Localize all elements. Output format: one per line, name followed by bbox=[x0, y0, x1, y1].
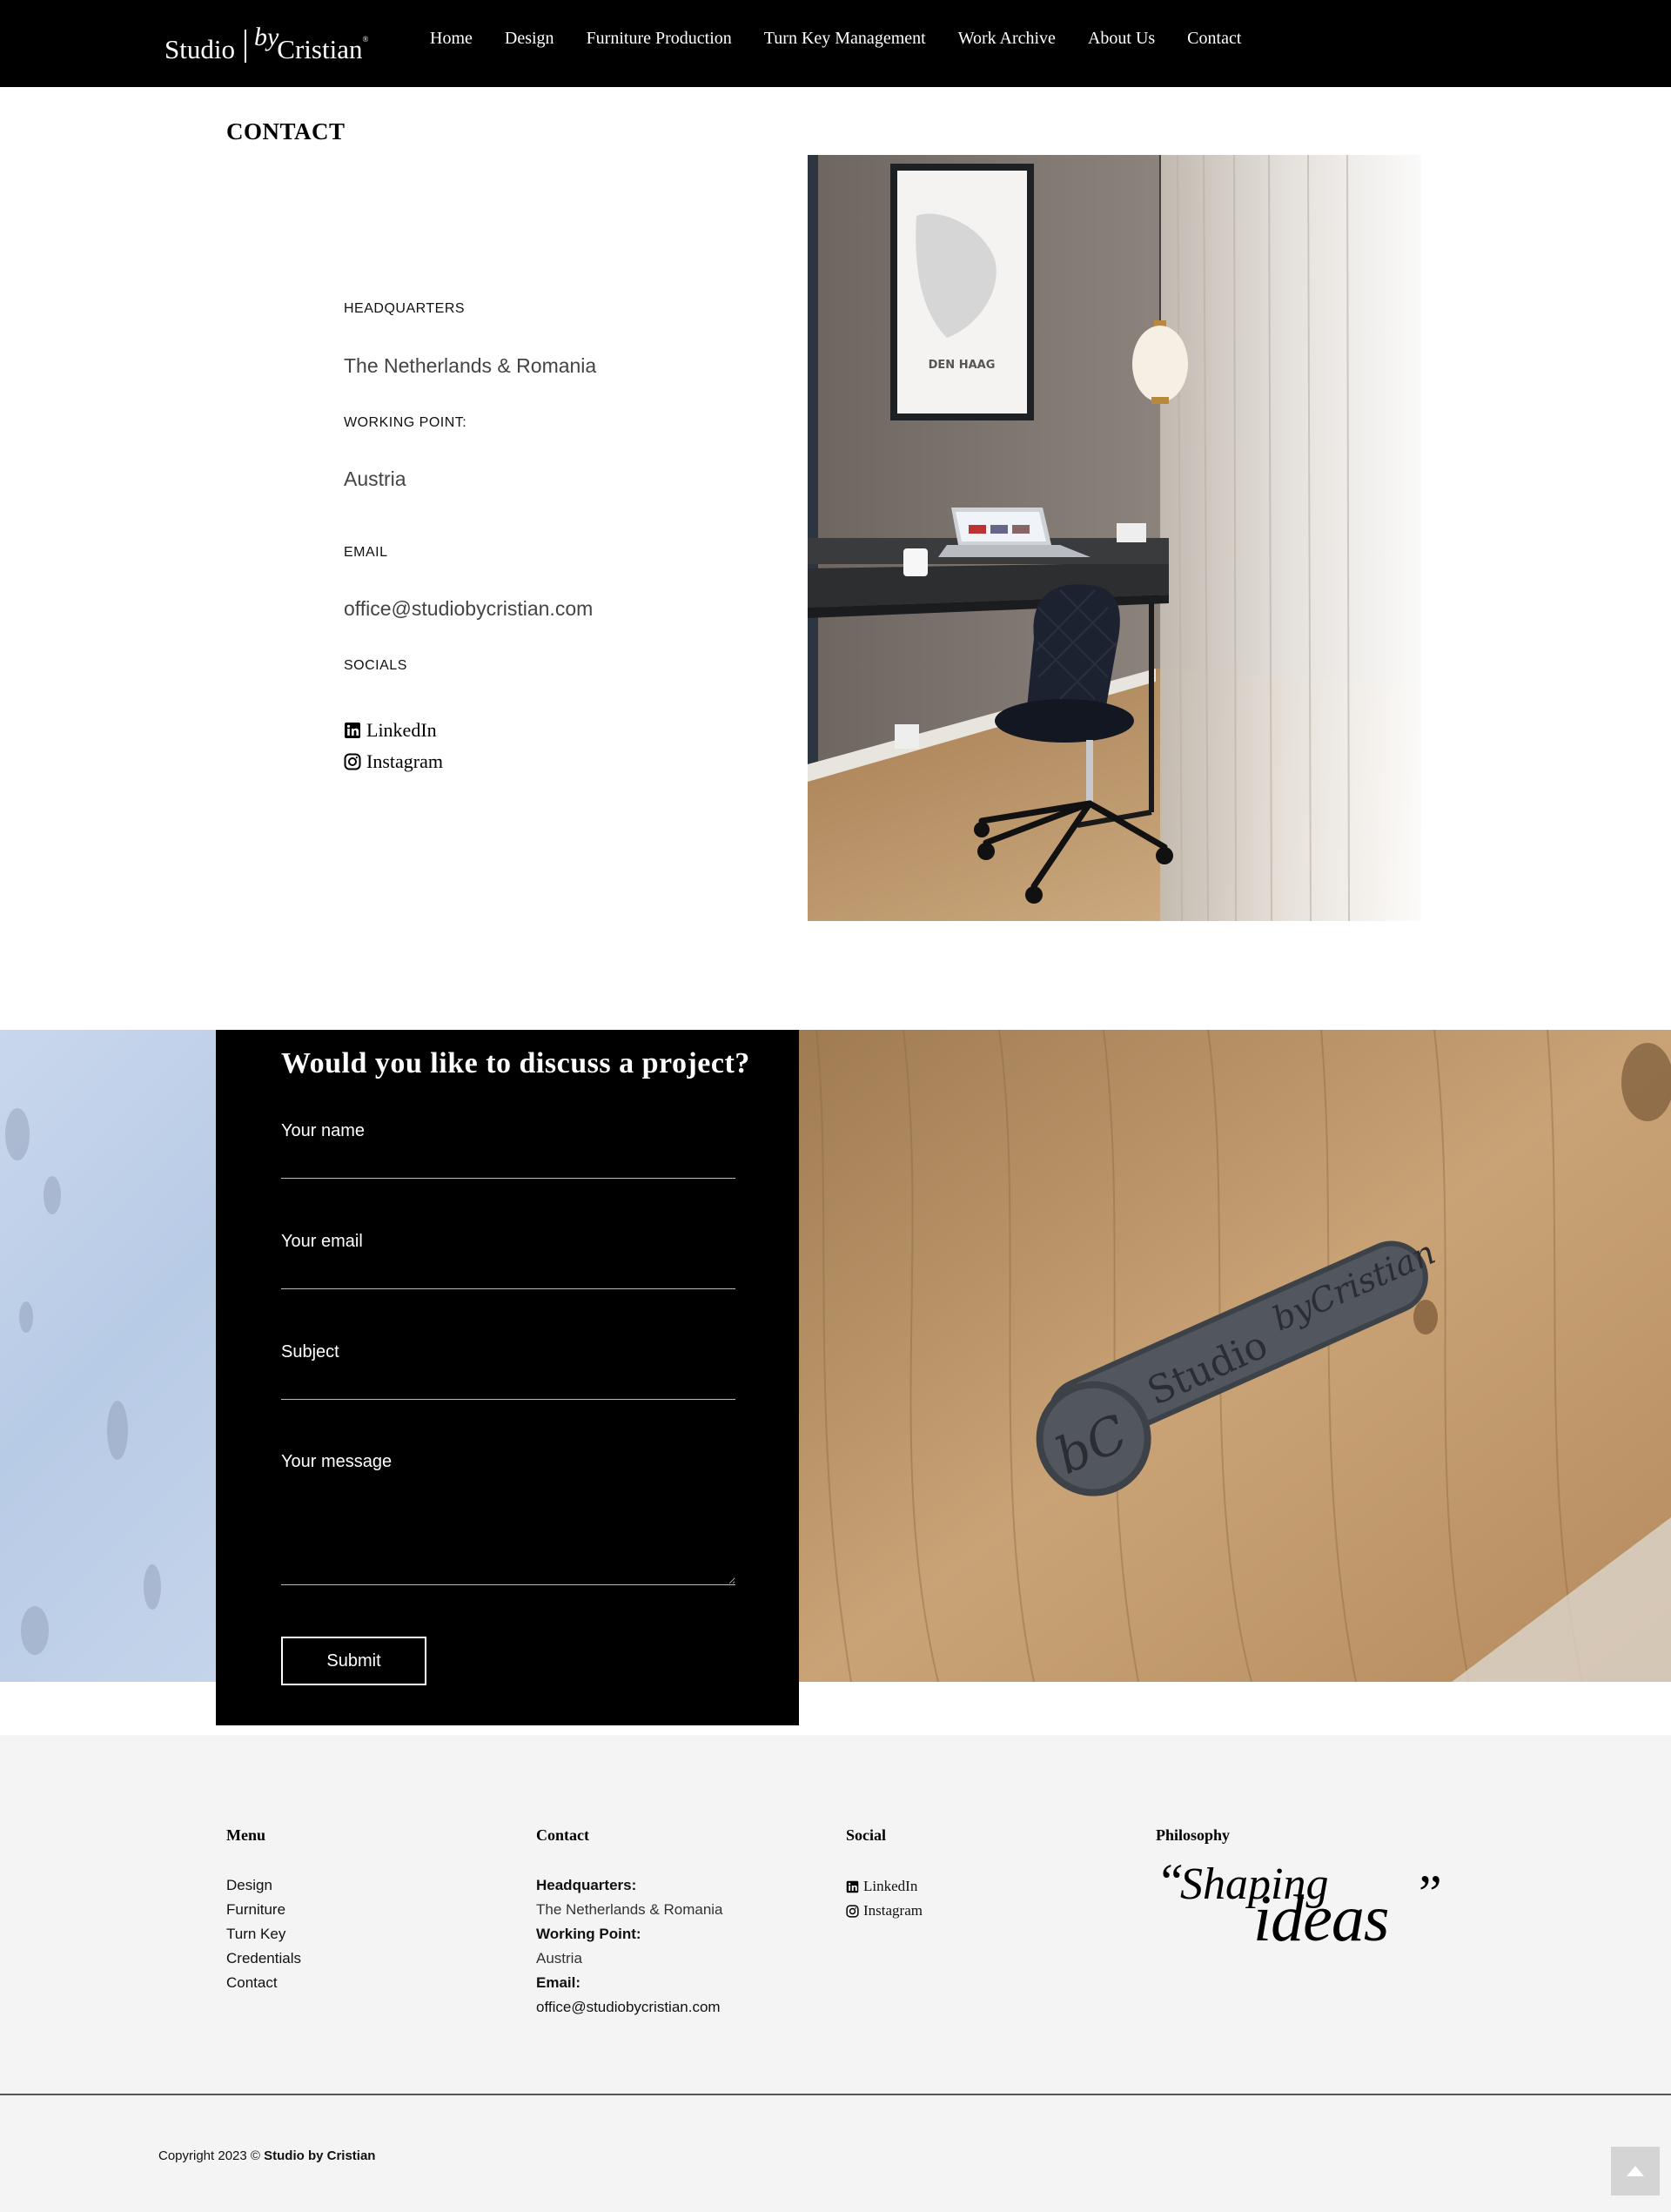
name-label: Your name bbox=[281, 1121, 365, 1140]
logo-by-text: by bbox=[253, 23, 279, 51]
logo-cristian-text: Cristian bbox=[277, 34, 363, 64]
instagram-label: Instagram bbox=[366, 750, 443, 772]
message-label: Your message bbox=[281, 1452, 393, 1471]
copyright-prefix: Copyright 2023 © bbox=[158, 2148, 260, 2163]
footer-menu-heading: Menu bbox=[226, 1826, 265, 1844]
logo-studio-text: Studio bbox=[164, 34, 235, 64]
email-label: Your email bbox=[281, 1232, 363, 1251]
email-input[interactable] bbox=[281, 1254, 735, 1289]
linkedin-icon bbox=[345, 723, 360, 738]
project-inquiry-form: Would you like to discuss a project? You… bbox=[216, 1030, 799, 1725]
email-label: EMAIL bbox=[344, 545, 388, 560]
logo-divider bbox=[244, 30, 246, 63]
page-title: CONTACT bbox=[226, 118, 346, 145]
headquarters-label: HEADQUARTERS bbox=[344, 301, 466, 316]
arrow-up-icon bbox=[1627, 2166, 1644, 2176]
nav-home[interactable]: Home bbox=[430, 29, 473, 49]
subject-label: Subject bbox=[281, 1342, 339, 1361]
footer-link-design[interactable]: Design bbox=[226, 1873, 301, 1898]
office-interior-photo: DEN HAAG bbox=[808, 155, 1421, 921]
working-point-label: WORKING POINT: bbox=[344, 415, 467, 430]
copyright-text: Copyright 2023 © Studio by Cristian bbox=[158, 2148, 375, 2163]
marble-background-image bbox=[0, 1030, 218, 1682]
footer-philosophy-heading: Philosophy bbox=[1156, 1826, 1231, 1844]
nav-design[interactable]: Design bbox=[505, 29, 554, 49]
footer-linkedin-link[interactable]: LinkedIn bbox=[846, 1874, 923, 1899]
linkedin-icon bbox=[846, 1880, 859, 1893]
site-logo[interactable]: Studio by Cristian ® bbox=[164, 19, 368, 63]
message-textarea[interactable] bbox=[281, 1488, 735, 1585]
site-header: Studio by Cristian ® Home Design Furnitu… bbox=[0, 0, 1671, 87]
instagram-link[interactable]: Instagram bbox=[344, 750, 443, 773]
footer-instagram-link[interactable]: Instagram bbox=[846, 1899, 923, 1923]
nav-furniture-production[interactable]: Furniture Production bbox=[587, 29, 732, 49]
poster-title: DEN HAAG bbox=[929, 359, 996, 372]
footer-contact-heading: Contact bbox=[536, 1826, 589, 1844]
site-footer: Menu Design Furniture Turn Key Credentia… bbox=[0, 1735, 1671, 2212]
footer-email-label: Email: bbox=[536, 1974, 581, 1991]
submit-button[interactable]: Submit bbox=[281, 1637, 426, 1685]
marble-texture bbox=[5, 1108, 161, 1655]
nav-work-archive[interactable]: Work Archive bbox=[958, 29, 1056, 49]
copyright-brand: Studio by Cristian bbox=[264, 2148, 376, 2163]
form-title: Would you like to discuss a project? bbox=[281, 1047, 750, 1079]
desk-scene-illustration: DEN HAAG bbox=[808, 155, 1421, 921]
wood-badge-illustration: bC Studio byCristian bbox=[799, 1030, 1671, 1682]
working-point-value: Austria bbox=[344, 467, 406, 490]
linkedin-label: LinkedIn bbox=[366, 719, 437, 741]
instagram-icon bbox=[344, 753, 361, 770]
footer-menu-list: Design Furniture Turn Key Credentials Co… bbox=[226, 1873, 301, 1995]
philosophy-quote: “ Shaping ideas ” bbox=[1156, 1857, 1456, 1953]
socials-label: SOCIALS bbox=[344, 658, 407, 673]
email-value[interactable]: office@studiobycristian.com bbox=[344, 597, 709, 621]
footer-headquarters-label: Headquarters: bbox=[536, 1877, 637, 1893]
footer-working-point-label: Working Point: bbox=[536, 1926, 641, 1942]
main-nav: Home Design Furniture Production Turn Ke… bbox=[430, 29, 1273, 49]
footer-working-point-value: Austria bbox=[536, 1950, 582, 1967]
instagram-icon bbox=[846, 1904, 859, 1918]
footer-linkedin-label: LinkedIn bbox=[863, 1878, 918, 1894]
footer-link-credentials[interactable]: Credentials bbox=[226, 1946, 301, 1971]
footer-contact-details: Headquarters: The Netherlands & Romania … bbox=[536, 1873, 723, 2020]
footer-social-list: LinkedIn Instagram bbox=[846, 1874, 923, 1923]
scroll-to-top-button[interactable] bbox=[1611, 2147, 1660, 2195]
footer-email-link[interactable]: office@studiobycristian.com bbox=[536, 1995, 723, 2020]
footer-instagram-label: Instagram bbox=[863, 1902, 923, 1919]
footer-link-contact[interactable]: Contact bbox=[226, 1971, 301, 1995]
quote-word-ideas: ideas bbox=[1253, 1882, 1389, 1955]
footer-divider bbox=[0, 2094, 1671, 2095]
name-input[interactable] bbox=[281, 1144, 735, 1179]
wooden-badge-photo: bC Studio byCristian bbox=[799, 1030, 1671, 1682]
footer-social-heading: Social bbox=[846, 1826, 887, 1844]
footer-headquarters-value: The Netherlands & Romania bbox=[536, 1901, 723, 1918]
nav-contact[interactable]: Contact bbox=[1187, 29, 1241, 49]
nav-turn-key-management[interactable]: Turn Key Management bbox=[764, 29, 926, 49]
footer-link-turn-key[interactable]: Turn Key bbox=[226, 1922, 301, 1946]
nav-about-us[interactable]: About Us bbox=[1088, 29, 1155, 49]
linkedin-link[interactable]: LinkedIn bbox=[344, 719, 437, 742]
footer-link-furniture[interactable]: Furniture bbox=[226, 1898, 301, 1922]
headquarters-value: The Netherlands & Romania bbox=[344, 354, 597, 377]
subject-input[interactable] bbox=[281, 1365, 735, 1400]
quote-close-mark: ” bbox=[1419, 1865, 1442, 1922]
logo-registered-mark: ® bbox=[362, 35, 369, 44]
